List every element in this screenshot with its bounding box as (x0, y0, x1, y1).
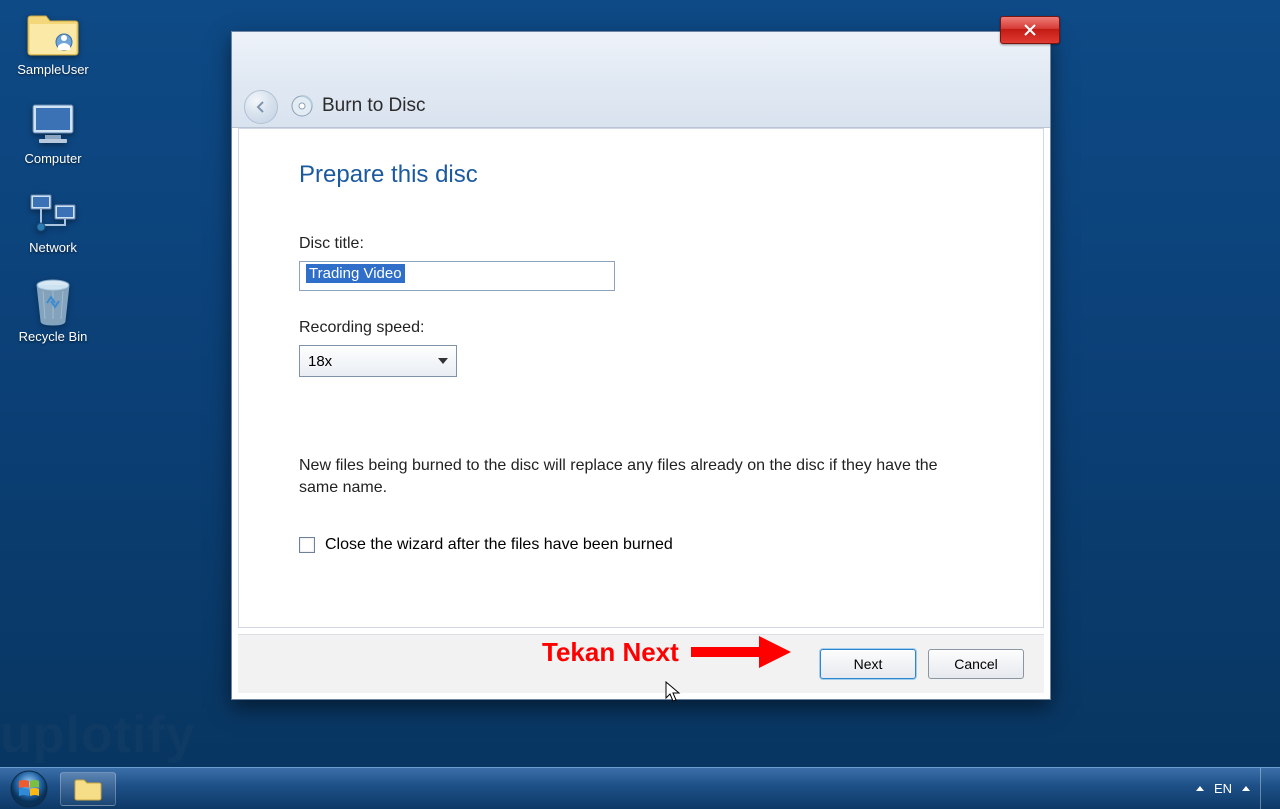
disc-title-value: Trading Video (306, 264, 405, 283)
close-button[interactable] (1000, 16, 1060, 44)
dialog-title-row: Burn to Disc (290, 94, 425, 118)
tray-expand-icon[interactable] (1196, 786, 1204, 791)
computer-icon (25, 99, 81, 147)
dialog-title: Burn to Disc (322, 95, 425, 117)
next-button[interactable]: Next (820, 649, 916, 679)
dialog-titlebar[interactable]: Burn to Disc (232, 32, 1050, 128)
desktop-icon-recyclebin[interactable]: Recycle Bin (8, 277, 98, 344)
recording-speed-value: 18x (308, 353, 332, 370)
desktop-icon-label: SampleUser (17, 62, 89, 77)
dialog-heading: Prepare this disc (299, 161, 983, 189)
desktop-icon-computer[interactable]: Computer (8, 99, 98, 166)
start-button[interactable] (6, 769, 52, 809)
watermark: uplotify (0, 705, 196, 765)
cancel-button[interactable]: Cancel (928, 649, 1024, 679)
taskbar-explorer[interactable] (60, 772, 116, 806)
tray-arrow-icon[interactable] (1242, 786, 1250, 791)
info-text: New files being burned to the disc will … (299, 455, 959, 500)
back-button (244, 90, 278, 124)
desktop-icons: SampleUser Computer Network Recycle Bin (8, 10, 98, 344)
dialog-body: Prepare this disc Disc title: Trading Vi… (238, 128, 1044, 628)
language-indicator[interactable]: EN (1214, 781, 1232, 796)
desktop-icon-label: Computer (24, 151, 81, 166)
recording-speed-dropdown[interactable]: 18x (299, 345, 457, 377)
desktop-icon-network[interactable]: Network (8, 188, 98, 255)
network-icon (25, 188, 81, 236)
disc-title-label: Disc title: (299, 235, 983, 253)
dialog-footer: Next Cancel (238, 634, 1044, 693)
disc-icon (290, 94, 314, 118)
taskbar-tray: EN (1196, 768, 1274, 809)
folder-icon (25, 10, 81, 58)
close-wizard-checkbox[interactable] (299, 537, 315, 553)
disc-title-input[interactable]: Trading Video (299, 261, 615, 291)
recycle-bin-icon (25, 277, 81, 325)
folder-icon (73, 777, 103, 801)
desktop-icon-sampleuser[interactable]: SampleUser (8, 10, 98, 77)
burn-to-disc-dialog: Burn to Disc Prepare this disc Disc titl… (231, 31, 1051, 700)
desktop-icon-label: Network (29, 240, 77, 255)
desktop-icon-label: Recycle Bin (19, 329, 88, 344)
close-wizard-label: Close the wizard after the files have be… (325, 536, 673, 554)
taskbar: EN (0, 767, 1280, 809)
show-desktop-button[interactable] (1260, 768, 1274, 809)
chevron-down-icon (438, 358, 448, 364)
recording-speed-label: Recording speed: (299, 319, 983, 337)
